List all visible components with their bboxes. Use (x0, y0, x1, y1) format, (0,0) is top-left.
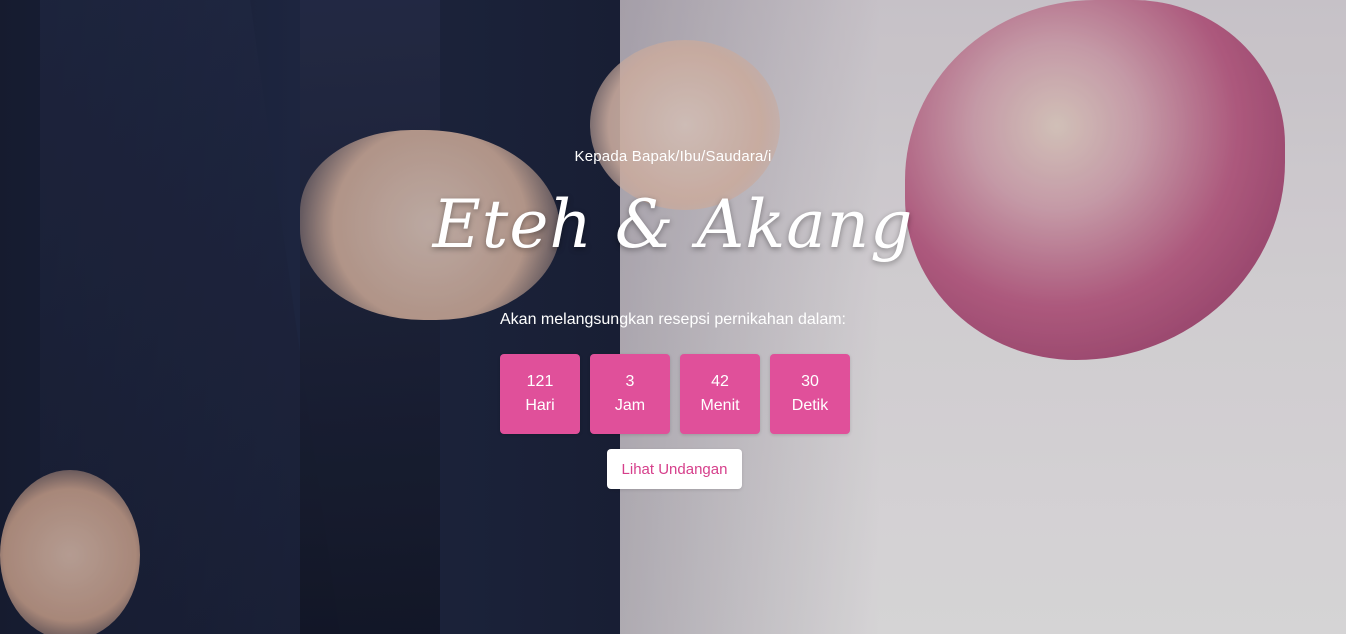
view-invitation-button[interactable]: Lihat Undangan (607, 449, 742, 489)
event-subtitle: Akan melangsungkan resepsi pernikahan da… (500, 311, 846, 328)
countdown-hours-value: 3 (625, 373, 635, 390)
countdown-hours: 3 Jam (590, 354, 670, 434)
countdown-days-value: 121 (526, 373, 554, 390)
countdown-days-label: Hari (525, 397, 555, 414)
countdown-seconds: 30 Detik (770, 354, 850, 434)
hero-section: Kepada Bapak/Ibu/Saudara/i Eteh & Akang … (0, 0, 1346, 634)
countdown-minutes: 42 Menit (680, 354, 760, 434)
couple-names-title: Eteh & Akang (432, 186, 914, 263)
greeting-text: Kepada Bapak/Ibu/Saudara/i (574, 148, 772, 165)
countdown-days: 121 Hari (500, 354, 580, 434)
countdown-timer: 121 Hari 3 Jam 42 Menit 30 Detik (500, 354, 850, 434)
countdown-minutes-label: Menit (700, 397, 740, 414)
hero-content: Kepada Bapak/Ibu/Saudara/i Eteh & Akang … (0, 0, 1346, 634)
countdown-hours-label: Jam (614, 397, 646, 414)
countdown-seconds-label: Detik (791, 397, 829, 414)
countdown-minutes-value: 42 (711, 373, 729, 390)
countdown-seconds-value: 30 (801, 373, 819, 390)
